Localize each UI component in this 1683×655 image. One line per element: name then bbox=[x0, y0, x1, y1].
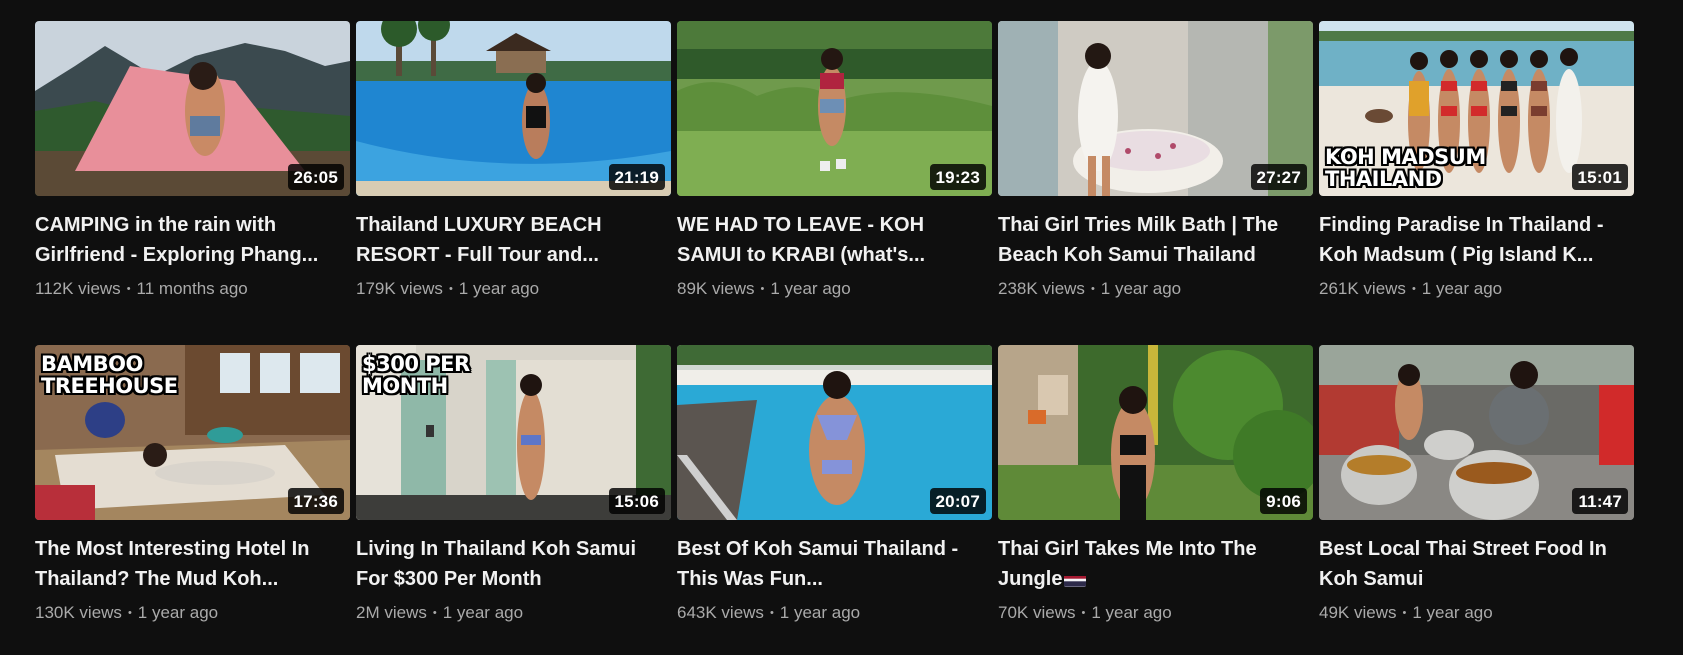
separator-dot: • bbox=[760, 283, 765, 295]
video-title[interactable]: Finding Paradise In Thailand - Koh Madsu… bbox=[1319, 210, 1619, 270]
view-count: 49K views bbox=[1319, 603, 1397, 622]
video-duration: 26:05 bbox=[287, 164, 344, 190]
thailand-flag-icon bbox=[1064, 571, 1087, 587]
view-count: 238K views bbox=[998, 279, 1085, 298]
video-metadata: 179K views • 1 year ago bbox=[356, 278, 671, 300]
video-thumbnail[interactable]: 20:07 bbox=[677, 345, 992, 520]
video-card[interactable]: KOH MADSUM THAILAND 15:01 Finding Paradi… bbox=[1319, 21, 1634, 322]
video-title[interactable]: Best Of Koh Samui Thailand - This Was Fu… bbox=[677, 534, 977, 594]
video-card[interactable]: BAMBOO TREEHOUSE 17:36 The Most Interest… bbox=[35, 345, 350, 646]
separator-dot: • bbox=[769, 607, 774, 619]
upload-age: 1 year ago bbox=[1100, 279, 1182, 298]
separator-dot: • bbox=[127, 607, 132, 619]
video-metadata: 49K views • 1 year ago bbox=[1319, 602, 1634, 624]
separator-dot: • bbox=[448, 283, 453, 295]
video-metadata: 112K views • 11 months ago bbox=[35, 278, 350, 300]
video-duration: 17:36 bbox=[287, 488, 344, 514]
video-title[interactable]: Thailand LUXURY BEACH RESORT - Full Tour… bbox=[356, 210, 656, 270]
video-title[interactable]: Best Local Thai Street Food In Koh Samui bbox=[1319, 534, 1619, 594]
video-thumbnail[interactable]: 19:23 bbox=[677, 21, 992, 196]
video-metadata: 238K views • 1 year ago bbox=[998, 278, 1313, 300]
video-duration: 15:06 bbox=[608, 488, 665, 514]
video-metadata: 2M views • 1 year ago bbox=[356, 602, 671, 624]
video-duration: 11:47 bbox=[1572, 488, 1628, 514]
video-title[interactable]: Living In Thailand Koh Samui For $300 Pe… bbox=[356, 534, 656, 594]
video-grid: 26:05 CAMPING in the rain with Girlfrien… bbox=[35, 21, 1634, 646]
video-title[interactable]: The Most Interesting Hotel In Thailand? … bbox=[35, 534, 335, 594]
video-thumbnail[interactable]: 26:05 bbox=[35, 21, 350, 196]
video-thumbnail[interactable]: 9:06 bbox=[998, 345, 1313, 520]
upload-age: 1 year ago bbox=[1421, 279, 1503, 298]
video-metadata: 643K views • 1 year ago bbox=[677, 602, 992, 624]
view-count: 2M views bbox=[356, 603, 427, 622]
video-title-text: Thai Girl Takes Me Into The Jungle bbox=[998, 538, 1257, 590]
upload-age: 11 months ago bbox=[136, 279, 248, 298]
upload-age: 1 year ago bbox=[1412, 603, 1493, 622]
upload-age: 1 year ago bbox=[137, 603, 219, 622]
video-title[interactable]: CAMPING in the rain with Girlfriend - Ex… bbox=[35, 210, 335, 270]
thumbnail-overlay-text: BAMBOO TREEHOUSE bbox=[41, 352, 178, 398]
video-duration: 21:19 bbox=[608, 164, 665, 190]
video-card[interactable]: 19:23 WE HAD TO LEAVE - KOH SAMUI to KRA… bbox=[677, 21, 992, 322]
video-duration: 9:06 bbox=[1260, 488, 1307, 514]
separator-dot: • bbox=[1081, 607, 1086, 619]
video-card[interactable]: 20:07 Best Of Koh Samui Thailand - This … bbox=[677, 345, 992, 646]
upload-age: 1 year ago bbox=[770, 279, 851, 298]
video-card[interactable]: 26:05 CAMPING in the rain with Girlfrien… bbox=[35, 21, 350, 322]
separator-dot: • bbox=[1411, 283, 1416, 295]
upload-age: 1 year ago bbox=[458, 279, 540, 298]
video-duration: 15:01 bbox=[1571, 164, 1628, 190]
video-thumbnail[interactable]: 11:47 bbox=[1319, 345, 1634, 520]
view-count: 70K views bbox=[998, 603, 1076, 622]
video-card[interactable]: 21:19 Thailand LUXURY BEACH RESORT - Ful… bbox=[356, 21, 671, 322]
video-thumbnail[interactable]: 27:27 bbox=[998, 21, 1313, 196]
video-duration: 19:23 bbox=[929, 164, 986, 190]
video-title[interactable]: Thai Girl Takes Me Into The Jungle bbox=[998, 534, 1298, 594]
video-thumbnail[interactable]: $300 PER MONTH 15:06 bbox=[356, 345, 671, 520]
upload-age: 1 year ago bbox=[442, 603, 524, 622]
video-metadata: 261K views • 1 year ago bbox=[1319, 278, 1634, 300]
view-count: 112K views bbox=[35, 279, 121, 298]
separator-dot: • bbox=[1090, 283, 1095, 295]
video-card[interactable]: 27:27 Thai Girl Tries Milk Bath | The Be… bbox=[998, 21, 1313, 322]
thumbnail-overlay-text: $300 PER MONTH bbox=[362, 352, 470, 398]
view-count: 643K views bbox=[677, 603, 764, 622]
view-count: 261K views bbox=[1319, 279, 1406, 298]
video-thumbnail[interactable]: BAMBOO TREEHOUSE 17:36 bbox=[35, 345, 350, 520]
video-card[interactable]: $300 PER MONTH 15:06 Living In Thailand … bbox=[356, 345, 671, 646]
video-duration: 20:07 bbox=[929, 488, 986, 514]
video-card[interactable]: 9:06 Thai Girl Takes Me Into The Jungle … bbox=[998, 345, 1313, 646]
video-metadata: 130K views • 1 year ago bbox=[35, 602, 350, 624]
video-title[interactable]: Thai Girl Tries Milk Bath | The Beach Ko… bbox=[998, 210, 1298, 270]
separator-dot: • bbox=[126, 283, 131, 295]
video-card[interactable]: 11:47 Best Local Thai Street Food In Koh… bbox=[1319, 345, 1634, 646]
view-count: 130K views bbox=[35, 603, 122, 622]
view-count: 179K views bbox=[356, 279, 443, 298]
video-metadata: 89K views • 1 year ago bbox=[677, 278, 992, 300]
video-metadata: 70K views • 1 year ago bbox=[998, 602, 1313, 624]
separator-dot: • bbox=[1402, 607, 1407, 619]
thumbnail-overlay-text: KOH MADSUM THAILAND bbox=[1325, 145, 1486, 191]
video-thumbnail[interactable]: 21:19 bbox=[356, 21, 671, 196]
separator-dot: • bbox=[432, 607, 437, 619]
upload-age: 1 year ago bbox=[779, 603, 861, 622]
upload-age: 1 year ago bbox=[1091, 603, 1172, 622]
video-title[interactable]: WE HAD TO LEAVE - KOH SAMUI to KRABI (wh… bbox=[677, 210, 977, 270]
video-thumbnail[interactable]: KOH MADSUM THAILAND 15:01 bbox=[1319, 21, 1634, 196]
view-count: 89K views bbox=[677, 279, 755, 298]
video-duration: 27:27 bbox=[1250, 164, 1307, 190]
